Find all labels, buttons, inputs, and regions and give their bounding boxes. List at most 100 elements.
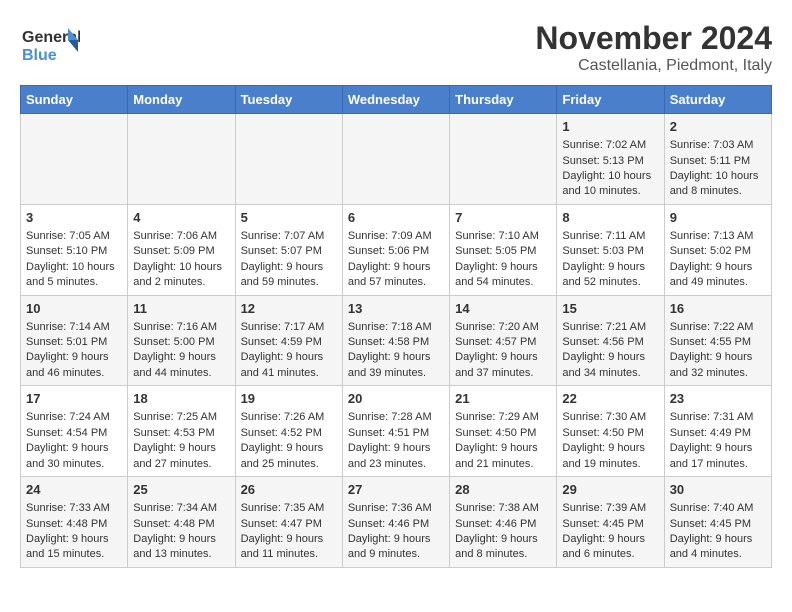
- day-number: 2: [670, 118, 766, 136]
- day-number: 19: [241, 390, 337, 408]
- day-info: Sunrise: 7:20 AM Sunset: 4:57 PM Dayligh…: [455, 321, 539, 379]
- day-cell-27: 27 Sunrise: 7:36 AM Sunset: 4:46 PM Dayli…: [342, 477, 449, 568]
- day-info: Sunrise: 7:22 AM Sunset: 4:55 PM Dayligh…: [670, 321, 754, 379]
- day-cell-28: 28 Sunrise: 7:38 AM Sunset: 4:46 PM Dayli…: [450, 477, 557, 568]
- day-cell-15: 15 Sunrise: 7:21 AM Sunset: 4:56 PM Dayli…: [557, 295, 664, 386]
- day-cell-12: 12Sunrise: 7:17 AM Sunset: 4:59 PM Dayli…: [235, 295, 342, 386]
- svg-text:Blue: Blue: [22, 47, 57, 64]
- day-number: 23: [670, 390, 766, 408]
- day-cell-17: 17 Sunrise: 7:24 AM Sunset: 4:54 PM Dayli…: [21, 386, 128, 477]
- day-cell-18: 18 Sunrise: 7:25 AM Sunset: 4:53 PM Dayli…: [128, 386, 235, 477]
- day-cell-7: 7Sunrise: 7:10 AM Sunset: 5:05 PM Daylig…: [450, 204, 557, 295]
- empty-cell: [342, 114, 449, 205]
- day-cell-2: 2 Sunrise: 7:03 AM Sunset: 5:11 PM Daylig…: [664, 114, 771, 205]
- day-cell-21: 21 Sunrise: 7:29 AM Sunset: 4:50 PM Dayli…: [450, 386, 557, 477]
- day-number: 21: [455, 390, 551, 408]
- day-header-monday: Monday: [128, 86, 235, 114]
- day-info: Sunrise: 7:05 AM Sunset: 5:10 PM Dayligh…: [26, 230, 115, 288]
- day-number: 22: [562, 390, 658, 408]
- day-info: Sunrise: 7:28 AM Sunset: 4:51 PM Dayligh…: [348, 411, 432, 469]
- day-info: Sunrise: 7:36 AM Sunset: 4:46 PM Dayligh…: [348, 502, 432, 560]
- day-cell-11: 11Sunrise: 7:16 AM Sunset: 5:00 PM Dayli…: [128, 295, 235, 386]
- day-number: 14: [455, 300, 551, 318]
- day-cell-1: 1Sunrise: 7:02 AM Sunset: 5:13 PM Daylig…: [557, 114, 664, 205]
- day-cell-26: 26 Sunrise: 7:35 AM Sunset: 4:47 PM Dayli…: [235, 477, 342, 568]
- day-cell-4: 4 Sunrise: 7:06 AM Sunset: 5:09 PM Daylig…: [128, 204, 235, 295]
- day-cell-25: 25 Sunrise: 7:34 AM Sunset: 4:48 PM Dayli…: [128, 477, 235, 568]
- day-info: Sunrise: 7:18 AM Sunset: 4:58 PM Dayligh…: [348, 321, 432, 379]
- day-number: 1: [562, 118, 658, 136]
- week-row-3: 10Sunrise: 7:14 AM Sunset: 5:01 PM Dayli…: [21, 295, 772, 386]
- day-info: Sunrise: 7:33 AM Sunset: 4:48 PM Dayligh…: [26, 502, 110, 560]
- day-cell-29: 29Sunrise: 7:39 AM Sunset: 4:45 PM Dayli…: [557, 477, 664, 568]
- day-header-sunday: Sunday: [21, 86, 128, 114]
- day-cell-5: 5 Sunrise: 7:07 AM Sunset: 5:07 PM Daylig…: [235, 204, 342, 295]
- day-info: Sunrise: 7:35 AM Sunset: 4:47 PM Dayligh…: [241, 502, 325, 560]
- day-number: 12: [241, 300, 337, 318]
- day-info: Sunrise: 7:30 AM Sunset: 4:50 PM Dayligh…: [562, 411, 646, 469]
- week-row-5: 24 Sunrise: 7:33 AM Sunset: 4:48 PM Dayli…: [21, 477, 772, 568]
- logo-icon: General Blue: [20, 20, 80, 70]
- day-header-saturday: Saturday: [664, 86, 771, 114]
- day-number: 9: [670, 209, 766, 227]
- header: General Blue November 2024 Castellania, …: [20, 20, 772, 75]
- day-number: 4: [133, 209, 229, 227]
- day-number: 13: [348, 300, 444, 318]
- day-info: Sunrise: 7:34 AM Sunset: 4:48 PM Dayligh…: [133, 502, 217, 560]
- day-cell-23: 23Sunrise: 7:31 AM Sunset: 4:49 PM Dayli…: [664, 386, 771, 477]
- day-info: Sunrise: 7:03 AM Sunset: 5:11 PM Dayligh…: [670, 139, 759, 197]
- day-number: 25: [133, 481, 229, 499]
- day-cell-3: 3Sunrise: 7:05 AM Sunset: 5:10 PM Daylig…: [21, 204, 128, 295]
- day-number: 15: [562, 300, 658, 318]
- day-header-friday: Friday: [557, 86, 664, 114]
- day-cell-8: 8 Sunrise: 7:11 AM Sunset: 5:03 PM Daylig…: [557, 204, 664, 295]
- day-cell-10: 10Sunrise: 7:14 AM Sunset: 5:01 PM Dayli…: [21, 295, 128, 386]
- day-cell-22: 22 Sunrise: 7:30 AM Sunset: 4:50 PM Dayli…: [557, 386, 664, 477]
- day-info: Sunrise: 7:11 AM Sunset: 5:03 PM Dayligh…: [562, 230, 645, 288]
- day-header-thursday: Thursday: [450, 86, 557, 114]
- header-row: SundayMondayTuesdayWednesdayThursdayFrid…: [21, 86, 772, 114]
- title-area: November 2024 Castellania, Piedmont, Ita…: [535, 20, 772, 75]
- day-info: Sunrise: 7:14 AM Sunset: 5:01 PM Dayligh…: [26, 321, 110, 379]
- day-info: Sunrise: 7:38 AM Sunset: 4:46 PM Dayligh…: [455, 502, 539, 560]
- day-info: Sunrise: 7:24 AM Sunset: 4:54 PM Dayligh…: [26, 411, 110, 469]
- day-number: 26: [241, 481, 337, 499]
- day-number: 20: [348, 390, 444, 408]
- day-info: Sunrise: 7:26 AM Sunset: 4:52 PM Dayligh…: [241, 411, 325, 469]
- day-info: Sunrise: 7:25 AM Sunset: 4:53 PM Dayligh…: [133, 411, 217, 469]
- day-number: 6: [348, 209, 444, 227]
- empty-cell: [21, 114, 128, 205]
- day-cell-20: 20 Sunrise: 7:28 AM Sunset: 4:51 PM Dayli…: [342, 386, 449, 477]
- empty-cell: [450, 114, 557, 205]
- day-info: Sunrise: 7:13 AM Sunset: 5:02 PM Dayligh…: [670, 230, 754, 288]
- day-info: Sunrise: 7:07 AM Sunset: 5:07 PM Dayligh…: [241, 230, 325, 288]
- day-cell-30: 30 Sunrise: 7:40 AM Sunset: 4:45 PM Dayli…: [664, 477, 771, 568]
- day-number: 18: [133, 390, 229, 408]
- day-number: 24: [26, 481, 122, 499]
- logo: General Blue: [20, 20, 80, 70]
- day-number: 17: [26, 390, 122, 408]
- day-info: Sunrise: 7:10 AM Sunset: 5:05 PM Dayligh…: [455, 230, 539, 288]
- day-info: Sunrise: 7:39 AM Sunset: 4:45 PM Dayligh…: [562, 502, 646, 560]
- empty-cell: [128, 114, 235, 205]
- day-number: 5: [241, 209, 337, 227]
- day-info: Sunrise: 7:40 AM Sunset: 4:45 PM Dayligh…: [670, 502, 754, 560]
- day-cell-6: 6 Sunrise: 7:09 AM Sunset: 5:06 PM Daylig…: [342, 204, 449, 295]
- day-number: 30: [670, 481, 766, 499]
- day-info: Sunrise: 7:29 AM Sunset: 4:50 PM Dayligh…: [455, 411, 539, 469]
- day-info: Sunrise: 7:21 AM Sunset: 4:56 PM Dayligh…: [562, 321, 646, 379]
- week-row-2: 3Sunrise: 7:05 AM Sunset: 5:10 PM Daylig…: [21, 204, 772, 295]
- week-row-1: 1Sunrise: 7:02 AM Sunset: 5:13 PM Daylig…: [21, 114, 772, 205]
- day-info: Sunrise: 7:09 AM Sunset: 5:06 PM Dayligh…: [348, 230, 432, 288]
- day-number: 28: [455, 481, 551, 499]
- day-header-tuesday: Tuesday: [235, 86, 342, 114]
- day-cell-24: 24 Sunrise: 7:33 AM Sunset: 4:48 PM Dayli…: [21, 477, 128, 568]
- day-cell-13: 13 Sunrise: 7:18 AM Sunset: 4:58 PM Dayli…: [342, 295, 449, 386]
- day-cell-19: 19 Sunrise: 7:26 AM Sunset: 4:52 PM Dayli…: [235, 386, 342, 477]
- day-number: 8: [562, 209, 658, 227]
- day-info: Sunrise: 7:06 AM Sunset: 5:09 PM Dayligh…: [133, 230, 222, 288]
- week-row-4: 17 Sunrise: 7:24 AM Sunset: 4:54 PM Dayli…: [21, 386, 772, 477]
- location: Castellania, Piedmont, Italy: [535, 57, 772, 75]
- day-number: 27: [348, 481, 444, 499]
- empty-cell: [235, 114, 342, 205]
